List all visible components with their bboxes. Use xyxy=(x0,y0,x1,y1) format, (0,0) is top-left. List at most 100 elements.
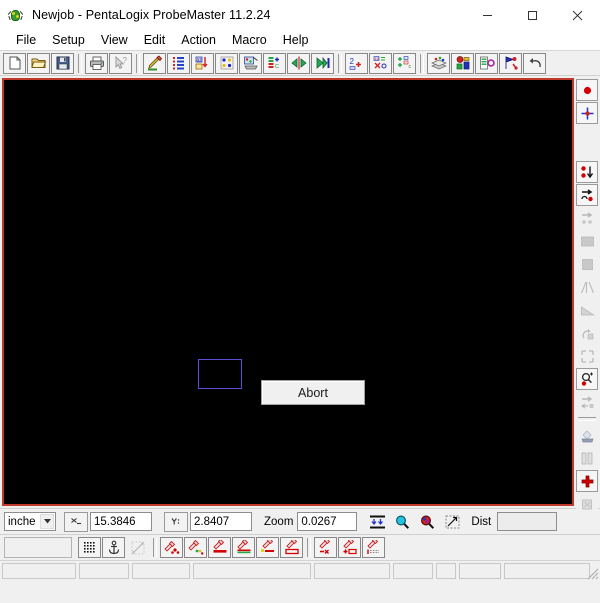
probe-list-button[interactable] xyxy=(362,537,385,558)
fill-rect-button[interactable] xyxy=(576,230,598,252)
probe-bar-red-button[interactable] xyxy=(208,537,231,558)
zoom-point-button[interactable] xyxy=(576,368,598,390)
x-coordinate-button[interactable] xyxy=(64,512,88,532)
add-item-button[interactable] xyxy=(576,470,598,492)
probe-yellow-button[interactable] xyxy=(256,537,279,558)
rotate-button[interactable] xyxy=(576,322,598,344)
probe-plus-button[interactable] xyxy=(338,537,361,558)
save-file-button[interactable] xyxy=(51,53,74,74)
add-net-icon: 2 xyxy=(349,55,365,71)
menu-bar: File Setup View Edit Action Macro Help xyxy=(0,30,600,51)
magnifier-color-icon xyxy=(419,514,436,530)
magnifier-icon xyxy=(394,514,411,530)
blank-display-button[interactable] xyxy=(4,537,72,558)
y-coordinate-button[interactable] xyxy=(164,512,188,532)
mirror-vertical-icon xyxy=(580,280,595,295)
crosshair-tool-button[interactable] xyxy=(576,102,598,124)
y-coordinate-field[interactable]: 2.8407 xyxy=(190,512,252,531)
shift-right-button[interactable] xyxy=(576,391,598,413)
anchor-icon xyxy=(106,540,122,556)
zoom-window-button[interactable] xyxy=(440,511,464,532)
chevron-down-icon[interactable] xyxy=(40,514,54,529)
taper-button[interactable] xyxy=(576,299,598,321)
move-point-button[interactable] xyxy=(576,184,598,206)
mirror-button[interactable] xyxy=(287,53,310,74)
abort-button[interactable]: Abort xyxy=(261,380,365,405)
sort-az-icon: az xyxy=(195,55,211,71)
vector-snap-button[interactable] xyxy=(126,537,149,558)
fit-to-window-button[interactable] xyxy=(365,511,389,532)
dist-field[interactable] xyxy=(497,512,557,531)
corner-tool-button[interactable] xyxy=(576,345,598,367)
paint-tool-button[interactable] xyxy=(576,424,598,446)
close-icon[interactable] xyxy=(555,0,600,30)
panels-button[interactable] xyxy=(576,447,598,469)
new-file-button[interactable] xyxy=(3,53,26,74)
probe-multi-button[interactable] xyxy=(184,537,207,558)
sort-nets-button[interactable]: az xyxy=(191,53,214,74)
probe-pen-icon xyxy=(147,55,163,71)
toolbar-separator xyxy=(78,54,82,73)
report-button[interactable] xyxy=(475,53,498,74)
undo-button[interactable] xyxy=(523,53,546,74)
probe-tool-button[interactable] xyxy=(143,53,166,74)
probe-bar-green-button[interactable] xyxy=(232,537,255,558)
print-button[interactable] xyxy=(85,53,108,74)
probe-points-button[interactable] xyxy=(160,537,183,558)
zoom-color-button[interactable] xyxy=(415,511,439,532)
select-pads-button[interactable] xyxy=(215,53,238,74)
magnifier-dot-icon xyxy=(580,372,595,387)
svg-text:c: c xyxy=(408,64,411,70)
menu-item-view[interactable]: View xyxy=(93,31,136,49)
layers-button[interactable] xyxy=(427,53,450,74)
selection-rectangle[interactable] xyxy=(198,359,242,389)
apertures-button[interactable] xyxy=(451,53,474,74)
grid-snap-button[interactable] xyxy=(78,537,101,558)
menu-item-file[interactable]: File xyxy=(8,31,44,49)
red-dot-tool-button[interactable] xyxy=(576,79,598,101)
step-end-button[interactable] xyxy=(311,53,334,74)
menu-item-help[interactable]: Help xyxy=(275,31,317,49)
arrow-points-icon xyxy=(580,188,595,203)
delete-item-button[interactable] xyxy=(576,493,598,515)
probe-outline-button[interactable] xyxy=(280,537,303,558)
zoom-field[interactable]: 0.0267 xyxy=(297,512,357,531)
vector-line-icon xyxy=(130,540,146,556)
zoom-in-button[interactable] xyxy=(390,511,414,532)
maximize-icon[interactable] xyxy=(510,0,555,30)
status-panel-3 xyxy=(132,563,190,579)
filled-rect-icon xyxy=(580,234,595,249)
canvas-border: Abort xyxy=(2,78,574,506)
add-net-button[interactable]: 2 xyxy=(345,53,368,74)
measure-button[interactable]: 10 xyxy=(369,53,392,74)
anchor-snap-button[interactable] xyxy=(102,537,125,558)
probe-red-dots-icon xyxy=(164,540,180,556)
design-canvas[interactable] xyxy=(4,80,572,504)
minimize-icon[interactable] xyxy=(465,0,510,30)
measure-icon: 10 xyxy=(373,55,389,71)
menu-item-setup[interactable]: Setup xyxy=(44,31,93,49)
transfer-points-button[interactable] xyxy=(576,207,598,229)
netlist-button[interactable] xyxy=(167,53,190,74)
fill-square-button[interactable] xyxy=(576,253,598,275)
compare-button[interactable]: c xyxy=(393,53,416,74)
probe-minus-button[interactable] xyxy=(314,537,337,558)
menu-item-macro[interactable]: Macro xyxy=(224,31,275,49)
netlist-grid-icon xyxy=(171,55,187,71)
mirror-vertical-button[interactable] xyxy=(576,276,598,298)
test-points-button[interactable]: C xyxy=(263,53,286,74)
units-select[interactable]: inche xyxy=(4,512,56,531)
probe-yellow-icon xyxy=(260,540,276,556)
help-arrow-icon: ? xyxy=(113,55,129,71)
x-coordinate-field[interactable]: 15.3846 xyxy=(90,512,152,531)
flag-error-button[interactable] xyxy=(499,53,522,74)
menu-item-action[interactable]: Action xyxy=(173,31,224,49)
resize-grip-icon[interactable] xyxy=(585,566,599,580)
floppy-disk-icon xyxy=(55,55,71,71)
open-file-button[interactable] xyxy=(27,53,50,74)
fixture-button[interactable] xyxy=(239,53,262,74)
context-help-button[interactable]: ? xyxy=(109,53,132,74)
delete-item-icon xyxy=(580,497,595,512)
menu-item-edit[interactable]: Edit xyxy=(136,31,174,49)
sort-points-button[interactable] xyxy=(576,161,598,183)
